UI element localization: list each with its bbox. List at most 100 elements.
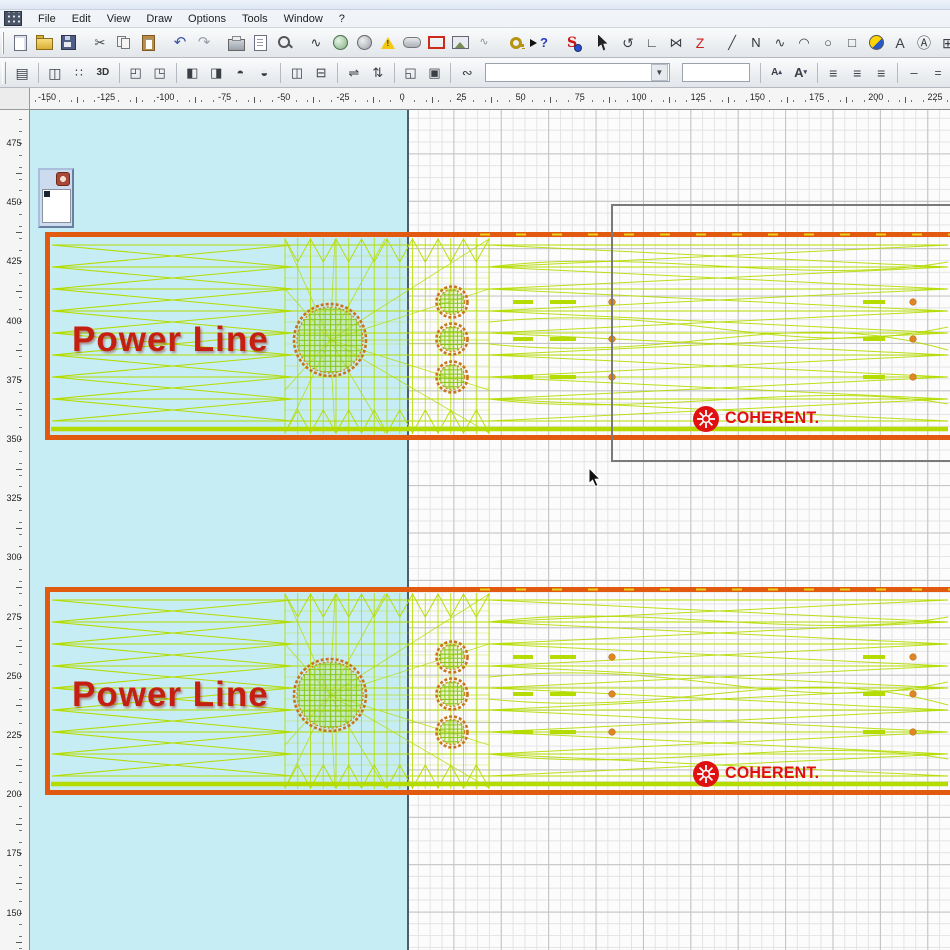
- snap-grid-icon[interactable]: ∷: [67, 61, 90, 85]
- ruler-tick: [19, 605, 22, 606]
- context-help-icon[interactable]: ?: [529, 31, 552, 55]
- ruler-label: -25: [331, 92, 355, 102]
- align-right-icon: ◨: [210, 66, 222, 79]
- print-preview-icon[interactable]: [273, 31, 296, 55]
- hatch-icon[interactable]: ▤: [11, 61, 34, 85]
- app-icon[interactable]: [4, 11, 22, 26]
- page-setup-icon[interactable]: [249, 31, 272, 55]
- arc-tool-icon[interactable]: ◠: [793, 31, 816, 55]
- ellipse-tool-icon[interactable]: ○: [817, 31, 840, 55]
- warning-icon[interactable]: [377, 31, 400, 55]
- red-frame-icon[interactable]: [425, 31, 448, 55]
- ruler-tick: [19, 628, 22, 629]
- menu-file[interactable]: File: [30, 13, 64, 25]
- window-arrange-icon[interactable]: ◫: [43, 61, 66, 85]
- curve-tool-icon: ∿: [775, 36, 786, 49]
- menu-view[interactable]: View: [99, 13, 139, 25]
- menu-tools[interactable]: Tools: [234, 13, 276, 25]
- menu-options[interactable]: Options: [180, 13, 234, 25]
- view-3d-icon[interactable]: 3D: [91, 61, 114, 85]
- grid-tool-icon[interactable]: ⊞: [937, 31, 950, 55]
- circled-text-icon[interactable]: Ⓐ: [913, 31, 936, 55]
- undo-icon[interactable]: ↶: [169, 31, 192, 55]
- menu-window[interactable]: Window: [276, 13, 331, 25]
- font-increase-icon[interactable]: A: [765, 61, 788, 85]
- font-family-combo[interactable]: ▼: [485, 63, 670, 82]
- font-decrease-icon[interactable]: A: [789, 61, 812, 85]
- image-icon[interactable]: [449, 31, 472, 55]
- node-edit-icon[interactable]: ∟: [641, 31, 664, 55]
- connector-icon[interactable]: ∿: [305, 31, 328, 55]
- redo-icon[interactable]: ↷: [193, 31, 216, 55]
- wave-icon[interactable]: ∿: [473, 31, 496, 55]
- baseline-icon[interactable]: –: [902, 61, 925, 85]
- capsule-icon[interactable]: [401, 31, 424, 55]
- justify-center-icon[interactable]: ≡: [846, 61, 869, 85]
- fill-tool-icon[interactable]: [865, 31, 888, 55]
- open-file-icon[interactable]: [33, 31, 56, 55]
- rectangle-tool-icon[interactable]: □: [841, 31, 864, 55]
- ruler-tick: [911, 100, 912, 102]
- key-icon[interactable]: [505, 31, 528, 55]
- ruler-tick: [852, 100, 853, 102]
- toolbar-grip[interactable]: [2, 32, 4, 54]
- zigzag-icon[interactable]: Z: [689, 31, 712, 55]
- save-icon[interactable]: [57, 31, 80, 55]
- menu-draw[interactable]: Draw: [138, 13, 180, 25]
- menu-edit[interactable]: Edit: [64, 13, 99, 25]
- justify-right-icon[interactable]: ≡: [870, 61, 893, 85]
- mirror-h-icon[interactable]: ⇌: [342, 61, 365, 85]
- ruler-label: 50: [509, 92, 533, 102]
- kern-icon[interactable]: ⋈: [665, 31, 688, 55]
- select-tool-icon: [598, 35, 610, 51]
- copy-icon[interactable]: [113, 31, 136, 55]
- ruler-tick: [787, 97, 788, 103]
- ruler-tick: [609, 97, 610, 103]
- chevron-down-icon[interactable]: ▼: [651, 64, 668, 81]
- print-icon[interactable]: [225, 31, 248, 55]
- font-size-input[interactable]: [682, 63, 750, 82]
- scale-icon[interactable]: ◱: [399, 61, 422, 85]
- document-preview: [42, 189, 71, 223]
- toolbar-grip[interactable]: [2, 62, 6, 84]
- spacing-icon[interactable]: =: [926, 61, 949, 85]
- globe-icon[interactable]: [353, 31, 376, 55]
- ruler-tick: [16, 232, 22, 233]
- line-tool-icon[interactable]: ╱: [721, 31, 744, 55]
- cut-icon[interactable]: ✂: [89, 31, 112, 55]
- ruler-tick: [71, 100, 72, 102]
- ruler-tick: [16, 824, 22, 825]
- new-file-icon[interactable]: [9, 31, 32, 55]
- ruler-tick: [19, 273, 22, 274]
- ungroup-icon[interactable]: ⊟: [310, 61, 333, 85]
- align-left-icon[interactable]: ◧: [181, 61, 204, 85]
- menu-help[interactable]: ?: [331, 13, 353, 25]
- paste-icon[interactable]: [137, 31, 160, 55]
- curve-tool-icon[interactable]: ∿: [769, 31, 792, 55]
- align-top-icon[interactable]: ◓: [229, 61, 252, 85]
- text-tool-icon[interactable]: A: [889, 31, 912, 55]
- horizontal-ruler: -150-125-100-75-50-250255075100125150175…: [30, 88, 950, 110]
- ruler-label: 425: [2, 256, 26, 266]
- ruler-tick: [19, 818, 22, 819]
- vertical-ruler: 4754504254003753503253002752502252001751…: [0, 110, 30, 950]
- drawing-canvas[interactable]: Power Line Power Line COHERENT.: [30, 110, 950, 950]
- polyline-tool-icon[interactable]: N: [745, 31, 768, 55]
- timer-icon[interactable]: [329, 31, 352, 55]
- page-setup-icon: [254, 35, 267, 51]
- rotate-copy-icon[interactable]: ◳: [148, 61, 171, 85]
- duplicate-icon[interactable]: ▣: [423, 61, 446, 85]
- align-bottom-icon[interactable]: ◒: [253, 61, 276, 85]
- grid-tool-icon: ⊞: [942, 36, 950, 50]
- ruler-tick: [19, 332, 22, 333]
- select-tool-icon[interactable]: [593, 31, 616, 55]
- justify-left-icon[interactable]: ≡: [822, 61, 845, 85]
- minimized-document-window[interactable]: [38, 168, 74, 228]
- transform-icon[interactable]: ◰: [124, 61, 147, 85]
- align-right-icon[interactable]: ◨: [205, 61, 228, 85]
- rotate-tool-icon[interactable]: ↺: [617, 31, 640, 55]
- mirror-v-icon[interactable]: ⇅: [366, 61, 389, 85]
- s-curve-icon[interactable]: S: [561, 31, 584, 55]
- group-icon[interactable]: ◫: [286, 61, 309, 85]
- weld-icon[interactable]: ∾: [456, 61, 479, 85]
